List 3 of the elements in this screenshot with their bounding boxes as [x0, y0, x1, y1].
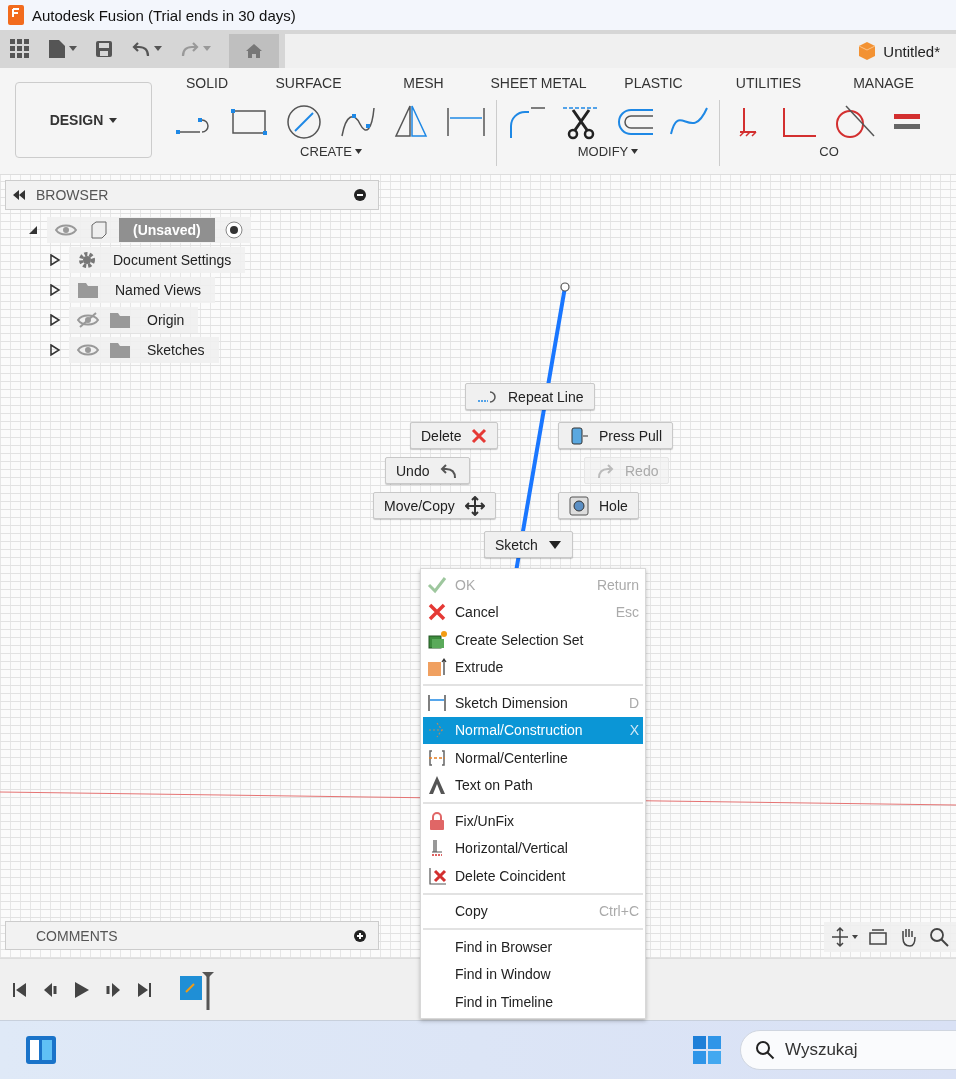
panel-title: BROWSER — [36, 187, 110, 203]
panel-title: COMMENTS — [36, 927, 119, 944]
window-title: Autodesk Fusion (Trial ends in 30 days) — [32, 6, 296, 24]
